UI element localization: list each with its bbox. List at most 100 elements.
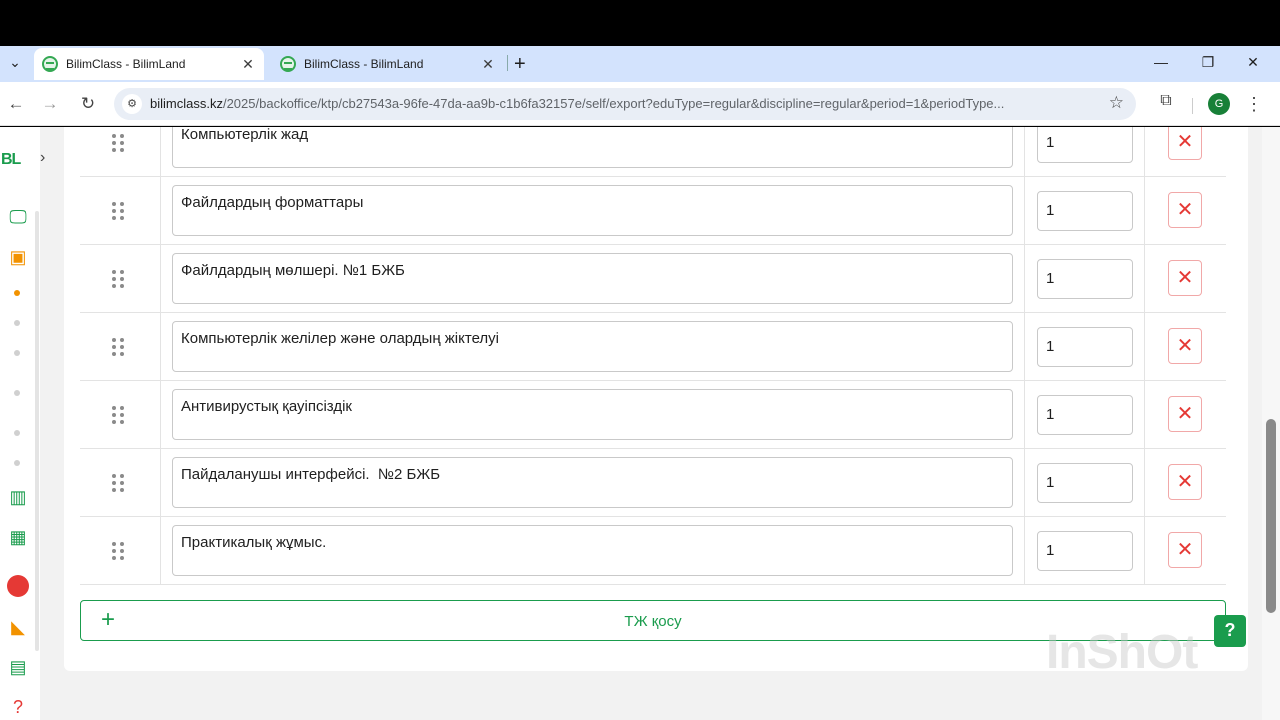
back-arrow-icon[interactable]: ← [4,92,28,116]
delete-row-button[interactable]: ✕ [1168,396,1202,432]
table-row: Практикалық жұмыс. 1 ✕ [80,517,1226,585]
bilimland-app-icon[interactable] [7,575,29,597]
table-row: Компьютерлік жад 1 ✕ [80,127,1226,177]
inshot-watermark: InShOt [1046,626,1198,679]
hours-input[interactable]: 1 [1037,327,1133,367]
topic-input[interactable]: Антивирустық қауіпсіздік [172,389,1013,440]
column-divider [160,245,161,313]
bilimclass-favicon-icon [42,56,58,72]
url-path: /2025/backoffice/ktp/cb27543a-96fe-47da-… [222,96,1005,111]
column-divider [1144,127,1145,177]
column-divider [160,381,161,449]
topic-input[interactable]: Файлдардың мөлшері. №1 БЖБ [172,253,1013,304]
sidebar-expand-chevron-icon[interactable]: › [40,149,45,167]
close-x-icon: ✕ [1176,199,1194,221]
monitor-icon[interactable]: 🖵 [5,205,31,229]
close-x-icon: ✕ [1176,471,1194,493]
submenu-dot[interactable] [14,350,20,356]
submenu-dot[interactable] [14,460,20,466]
bookmark-star-icon[interactable]: ☆ [1109,93,1124,113]
help-circle-icon[interactable]: ? [5,695,31,719]
url-text[interactable]: bilimclass.kz/2025/backoffice/ktp/cb2754… [150,96,1090,111]
submenu-dot[interactable] [14,390,20,396]
hours-input[interactable]: 1 [1037,127,1133,163]
column-divider [1144,381,1145,449]
submenu-dot[interactable] [14,430,20,436]
window-close-icon[interactable]: ✕ [1230,50,1276,74]
address-bar[interactable]: ⚙ bilimclass.kz/2025/backoffice/ktp/cb27… [114,88,1136,120]
hours-input[interactable]: 1 [1037,259,1133,299]
help-question-icon[interactable]: ? [1214,615,1246,647]
column-divider [1144,313,1145,381]
table-row: Пайдаланушы интерфейсі. №2 БЖБ 1 ✕ [80,449,1226,517]
page-scrollbar[interactable] [1262,127,1280,720]
reload-icon[interactable]: ↻ [76,92,100,116]
drag-handle-icon[interactable] [106,267,130,291]
hours-input[interactable]: 1 [1037,395,1133,435]
profile-avatar[interactable]: G [1208,93,1230,115]
column-divider [1024,449,1025,517]
topic-input[interactable]: Практикалық жұмыс. [172,525,1013,576]
minimize-icon[interactable]: — [1138,50,1184,74]
delete-row-button[interactable]: ✕ [1168,260,1202,296]
bilimland-logo[interactable]: BL [1,151,21,169]
drag-handle-icon[interactable] [106,471,130,495]
tab-title: BilimClass - BilimLand [304,57,424,71]
table-row: Антивирустық қауіпсіздік 1 ✕ [80,381,1226,449]
hours-input[interactable]: 1 [1037,463,1133,503]
tab-search-chevron-icon[interactable]: ⌄ [4,50,26,74]
column-divider [1144,517,1145,585]
topic-input[interactable]: Файлдардың форматтары [172,185,1013,236]
delete-row-button[interactable]: ✕ [1168,192,1202,228]
table-row: Файлдардың форматтары 1 ✕ [80,177,1226,245]
drag-handle-icon[interactable] [106,335,130,359]
hours-input[interactable]: 1 [1037,531,1133,571]
hours-input[interactable]: 1 [1037,191,1133,231]
drag-handle-icon[interactable] [106,131,130,155]
close-x-icon: ✕ [1176,403,1194,425]
chart-bars-icon[interactable]: ▥ [5,485,31,509]
column-divider [160,313,161,381]
column-divider [1144,245,1145,313]
topic-input[interactable]: Пайдаланушы интерфейсі. №2 БЖБ [172,457,1013,508]
delete-row-button[interactable]: ✕ [1168,464,1202,500]
topic-input[interactable]: Компьютерлік желілер және олардың жіктел… [172,321,1013,372]
close-x-icon: ✕ [1176,539,1194,561]
submenu-dot[interactable] [14,320,20,326]
drag-handle-icon[interactable] [106,539,130,563]
video-letterbox-top [0,0,1280,46]
tab-close-icon[interactable]: ✕ [480,56,496,73]
kundelik-app-icon[interactable]: ◣ [5,615,31,639]
topic-input[interactable]: Компьютерлік жад [172,127,1013,168]
teacher-board-icon[interactable]: ▣ [5,245,31,269]
column-divider [1024,245,1025,313]
delete-row-button[interactable]: ✕ [1168,328,1202,364]
tab-inactive[interactable]: BilimClass - BilimLand ✕ [272,48,504,80]
new-tab-plus-icon[interactable]: + [514,52,526,76]
delete-row-button[interactable]: ✕ [1168,127,1202,160]
restore-icon[interactable]: ❐ [1185,50,1231,74]
close-x-icon: ✕ [1176,131,1194,153]
column-divider [1024,381,1025,449]
tab-divider [507,55,508,71]
extensions-puzzle-icon[interactable]: ⧉ [1154,92,1178,116]
menu-kebab-icon[interactable]: ⋮ [1244,92,1264,116]
column-divider [1144,449,1145,517]
site-settings-icon[interactable]: ⚙ [122,94,142,114]
sidebar-scrollbar[interactable] [35,211,39,651]
tab-close-icon[interactable]: ✕ [240,56,256,73]
drag-handle-icon[interactable] [106,199,130,223]
browser-toolbar: ← → ↻ ⚙ bilimclass.kz/2025/backoffice/kt… [0,82,1280,126]
url-host: bilimclass.kz [150,96,223,111]
drag-handle-icon[interactable] [106,403,130,427]
column-divider [160,449,161,517]
page-scrollbar-thumb[interactable] [1266,419,1276,613]
forward-arrow-icon[interactable]: → [38,92,62,116]
table-grid-icon[interactable]: ▦ [5,525,31,549]
submenu-dot-active[interactable] [14,290,20,296]
tab-active[interactable]: BilimClass - BilimLand ✕ [34,48,264,80]
column-divider [160,177,161,245]
table-row: Компьютерлік желілер және олардың жіктел… [80,313,1226,381]
delete-row-button[interactable]: ✕ [1168,532,1202,568]
id-card-icon[interactable]: ▤ [5,655,31,679]
